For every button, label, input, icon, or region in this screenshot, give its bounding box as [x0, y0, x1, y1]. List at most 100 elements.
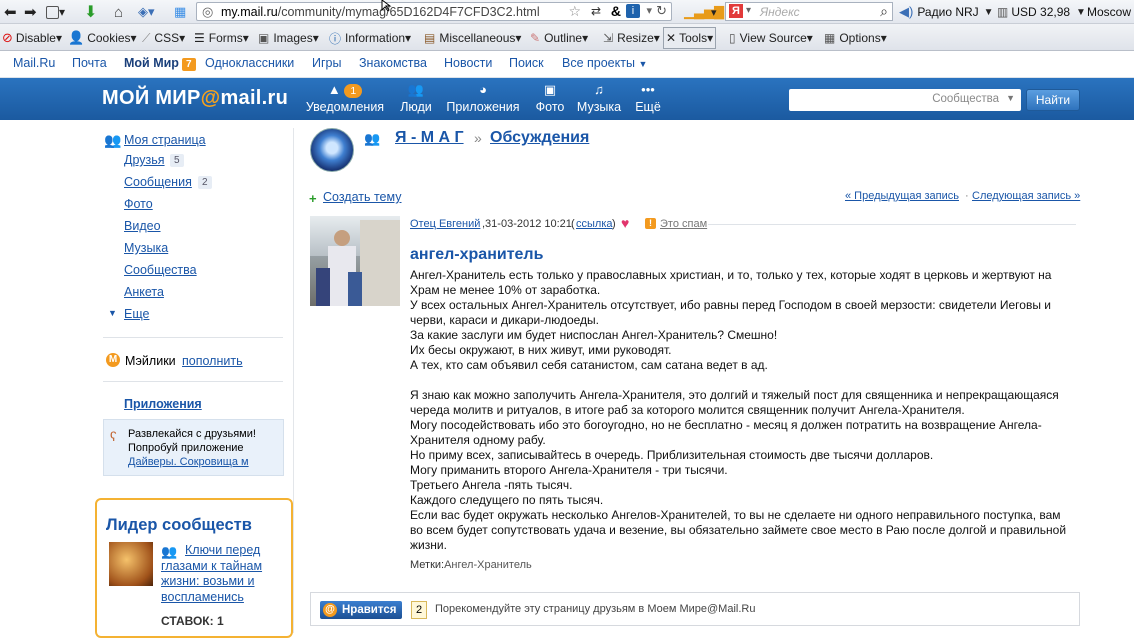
nav-odnoklassniki[interactable]: Одноклассники [205, 56, 294, 70]
nav-dot: · [965, 190, 969, 202]
url-bar[interactable]: ◎ my.mail.ru/community/mymag/65D162D4F7C… [196, 2, 672, 21]
community-avatar[interactable] [310, 128, 354, 172]
sidebar-more[interactable]: Еще [124, 307, 149, 321]
toolbar-information[interactable]: ⓘ Information ▾ [329, 29, 411, 47]
breadcrumb-separator: » [474, 130, 482, 146]
sidebar-communities[interactable]: Сообщества [124, 263, 197, 277]
chevron-down-icon[interactable]: ▼ [108, 308, 117, 318]
header-notifications[interactable]: ▲ 1 Уведомления [305, 82, 385, 114]
yandex-search-field[interactable]: Я ▾ Яндекс ⌕ [725, 2, 893, 21]
nav-games[interactable]: Игры [312, 56, 341, 70]
toolbar-tools[interactable]: ✕ Tools ▾ [663, 27, 717, 49]
signal-bars-icon: ▁▃▅▇ [684, 4, 724, 19]
radio-widget[interactable]: ◀) Радио NRJ ▼ [899, 3, 994, 21]
ampersand-icon[interactable]: & [611, 3, 621, 19]
tag-link[interactable]: Ангел-Хранитель [444, 559, 532, 571]
nav-mail[interactable]: Почта [72, 56, 107, 70]
leader-community-image[interactable] [109, 542, 153, 586]
warning-icon: ! [645, 218, 656, 229]
sidebar-messages[interactable]: Сообщения [124, 175, 192, 189]
nav-dating[interactable]: Знакомства [359, 56, 427, 70]
download-icon[interactable]: ⬇ [84, 3, 97, 21]
sidebar-my-page[interactable]: Моя страница [124, 133, 206, 147]
sidebar-video[interactable]: Видео [124, 219, 161, 233]
translate-icon[interactable]: ⇄ [591, 4, 601, 18]
toolbar-resize[interactable]: ⇲ Resize ▾ [603, 29, 660, 47]
city-weather-widget[interactable]: Moscow [1087, 3, 1131, 21]
previous-post-link[interactable]: « Предыдущая запись [845, 190, 959, 202]
refill-link[interactable]: пополнить [182, 354, 243, 368]
discussions-link[interactable]: Обсуждения [490, 129, 589, 147]
report-spam-link[interactable]: Это спам [660, 218, 707, 230]
app-ear-icon: ʕ [110, 429, 117, 444]
permalink[interactable]: ссылка [576, 218, 613, 230]
leader-title[interactable]: Лидер сообществ [106, 516, 252, 535]
sidebar-profile[interactable]: Анкета [124, 285, 164, 299]
portal-top-nav: Mail.Ru Почта Мой Мир 7 Одноклассники Игр… [0, 51, 1134, 78]
community-search-input[interactable]: Сообщества ▼ [789, 89, 1021, 111]
toolbar-forms[interactable]: ☰ Forms ▾ [194, 29, 249, 47]
apps-grid-icon[interactable]: ▦ [174, 3, 186, 21]
sidebar-apps-link[interactable]: Приложения [124, 397, 202, 411]
author-photo[interactable] [310, 216, 400, 306]
heart-icon[interactable]: ♥ [621, 215, 629, 231]
nav-search[interactable]: Поиск [509, 56, 544, 70]
search-icon[interactable]: ⌕ [880, 3, 888, 20]
messages-count-badge: 2 [198, 176, 212, 189]
toolbar-css[interactable]: ⟋ CSS ▾ [142, 29, 185, 47]
toolbar-label: Resize [617, 31, 654, 45]
leader-community-link[interactable]: Ключи перед глазами к тайнам жизни: возь… [161, 543, 279, 605]
nav-moimir[interactable]: Мой Мир 7 [124, 56, 196, 71]
nav-moimir-label: Мой Мир [124, 56, 179, 70]
toolbar-label: Tools [679, 31, 708, 45]
post-paragraph: Каждого следущего по пять тысяч. [410, 493, 604, 507]
community-leader-box: Лидер сообществ 👥 Ключи перед глазами к … [95, 498, 293, 638]
community-name-link[interactable]: Я - М А Г [395, 129, 464, 147]
next-post-link[interactable]: Следующая запись » [972, 190, 1080, 202]
like-button[interactable]: @ Нравится [320, 601, 402, 619]
toolbar-images[interactable]: ▣ Images ▾ [258, 29, 319, 47]
toolbar-view-source[interactable]: ▯ View Source ▾ [729, 29, 813, 47]
bookmark-star-icon[interactable]: ☆ [568, 3, 581, 20]
form-icon: ☰ [194, 31, 205, 45]
dropdown-icon[interactable]: ▾ [711, 3, 717, 21]
sidebar-friends[interactable]: Друзья [124, 153, 165, 167]
toolbar-options[interactable]: ▦ Options ▾ [824, 29, 887, 47]
post-paragraph: Если вас будет окружать несколько Ангело… [410, 508, 1067, 552]
community-icon: 👥 [364, 131, 381, 146]
moimir-logo[interactable]: МОЙ МИР@mail.ru [102, 87, 288, 110]
bids-count: СТАВОК: 1 [161, 614, 224, 628]
toolbar-disable[interactable]: ⊘ Disable ▾ [2, 29, 62, 47]
dropdown-icon[interactable]: ▾ [746, 5, 751, 16]
toolbar-cookies[interactable]: 👤 Cookies ▾ [68, 29, 137, 47]
nav-news[interactable]: Новости [444, 56, 492, 70]
paren: ) [612, 218, 616, 230]
sidebar-photo[interactable]: Фото [124, 197, 153, 211]
create-topic-link[interactable]: Создать тему [323, 190, 402, 204]
chevron-down-icon[interactable]: ▼ [1006, 93, 1015, 103]
divider [103, 381, 283, 382]
reload-icon[interactable]: ↻ [656, 3, 667, 19]
sidebar-music[interactable]: Музыка [124, 241, 168, 255]
info-icon[interactable]: i [626, 4, 640, 18]
history-dropdown-icon[interactable]: ▾ [46, 3, 65, 21]
back-arrow-icon[interactable]: ⬅ [4, 3, 17, 21]
addon-icon[interactable]: ◈▾ [138, 3, 155, 21]
wand-icon: ⟋ [142, 30, 151, 45]
currency-widget[interactable]: ▥ USD 32,98 ▼ [997, 3, 1086, 21]
toolbar-outline[interactable]: ✎ Outline ▾ [530, 29, 588, 47]
home-icon[interactable]: ⌂ [114, 3, 123, 21]
nav-all-projects[interactable]: Все проекты ▼ [562, 56, 647, 70]
toolbar-miscellaneous[interactable]: ▤ Miscellaneous ▾ [424, 29, 521, 47]
find-button[interactable]: Найти [1026, 89, 1080, 111]
app-promo-box[interactable]: ʕ Развлекайся с друзьями! Попробуй прило… [103, 419, 284, 476]
header-more[interactable]: ••• Ещё [608, 82, 688, 114]
dropdown-icon[interactable]: ▾ [646, 4, 652, 17]
paren: ( [571, 218, 575, 230]
app-promo-link[interactable]: Дайверы. Сокровища м [128, 456, 278, 468]
browser-navigation-toolbar: ⬅ ➡ ▾ ⬇ ⌂ ◈▾ ▦ ◎ my.mail.ru/community/my… [0, 0, 1134, 24]
forward-arrow-icon[interactable]: ➡ [24, 3, 37, 21]
nav-mailru[interactable]: Mail.Ru [13, 56, 55, 70]
app-promo-text: Попробуй приложение [128, 442, 244, 454]
author-link[interactable]: Отец Евгений [410, 218, 480, 230]
